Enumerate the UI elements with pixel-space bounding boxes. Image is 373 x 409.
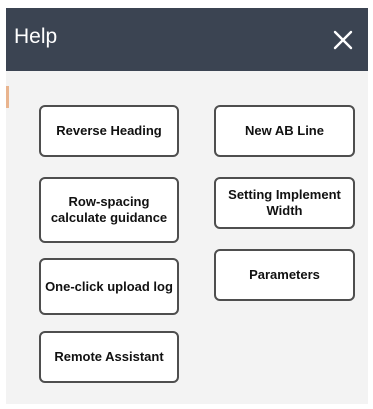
remote-assistant-button[interactable]: Remote Assistant [39, 331, 179, 383]
close-icon-glyph [333, 30, 353, 50]
help-dialog: Help Reverse Heading New AB Line Row-spa… [6, 8, 368, 404]
reverse-heading-button[interactable]: Reverse Heading [39, 105, 179, 157]
parameters-button[interactable]: Parameters [214, 249, 355, 301]
dialog-titlebar: Help [6, 8, 368, 71]
parameters-label: Parameters [249, 267, 320, 282]
dialog-title: Help [14, 25, 58, 48]
close-icon[interactable] [333, 30, 353, 50]
remote-assistant-label: Remote Assistant [54, 349, 164, 364]
one-click-upload-log-label: One-click upload log [45, 278, 173, 294]
new-ab-line-label: New AB Line [245, 123, 324, 138]
row-spacing-guidance-button[interactable]: Row-spacing calculate guidance [39, 177, 179, 243]
setting-implement-width-button[interactable]: Setting Implement Width [214, 177, 355, 229]
one-click-upload-log-button[interactable]: One-click upload log [39, 258, 179, 315]
new-ab-line-button[interactable]: New AB Line [214, 105, 355, 157]
row-spacing-guidance-label: Row-spacing calculate guidance [50, 194, 168, 225]
setting-implement-width-label: Setting Implement Width [228, 187, 341, 218]
reverse-heading-label: Reverse Heading [56, 123, 162, 138]
edge-indicator [6, 86, 9, 108]
